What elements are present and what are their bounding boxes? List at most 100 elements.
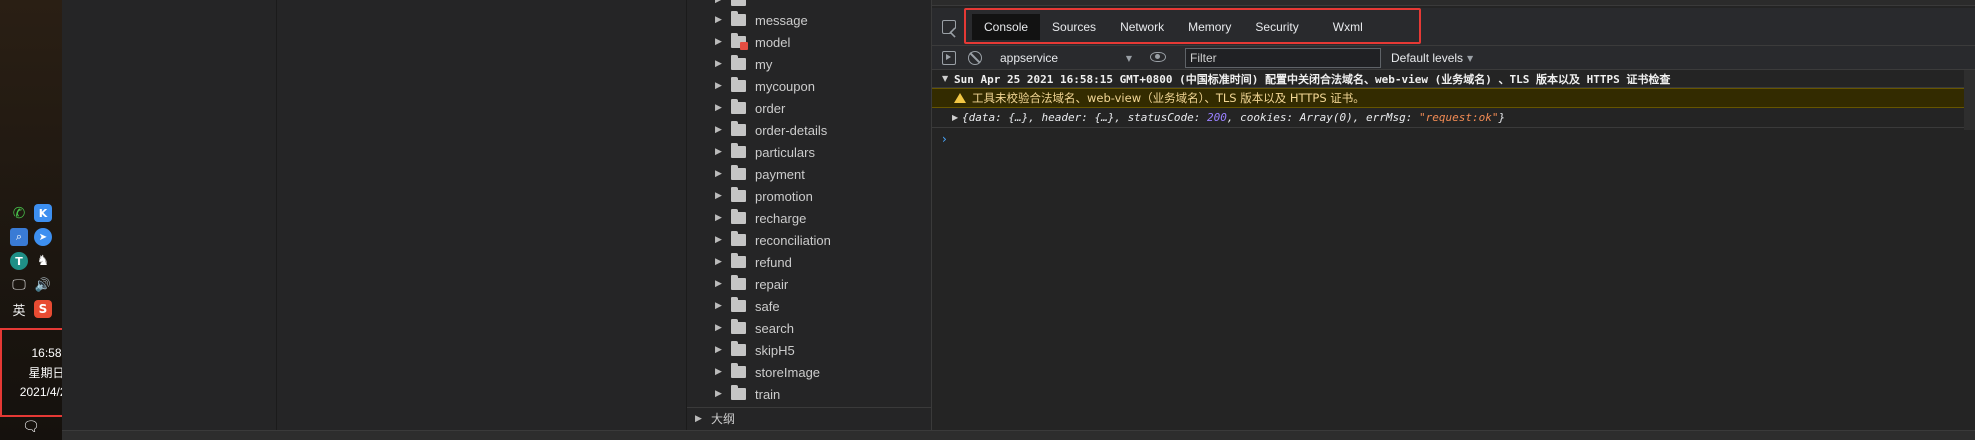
err-msg-value: "request:ok" (1418, 111, 1499, 124)
chevron-right-icon: ▶ (715, 169, 722, 179)
tree-folder-mycoupon[interactable]: ▶ mycoupon (687, 75, 931, 97)
expand-triangle-icon[interactable]: ▶ (952, 113, 962, 122)
qq-penguin-icon[interactable]: ♞ (34, 252, 52, 270)
tree-folder-model[interactable]: ▶ model (687, 31, 931, 53)
volume-icon[interactable]: 🔊 (34, 276, 52, 294)
tree-folder-reconciliation[interactable]: ▶ reconciliation (687, 229, 931, 251)
console-object-row[interactable]: ▶ {data: {…}, header: {…}, statusCode: 2… (932, 108, 1975, 128)
tree-folder-search[interactable]: ▶ search (687, 317, 931, 339)
status-bar (62, 430, 1975, 440)
network-monitor-icon[interactable]: 🖵 (10, 276, 28, 294)
tree-folder-repair[interactable]: ▶ repair (687, 273, 931, 295)
tree-folder-promotion[interactable]: ▶ promotion (687, 185, 931, 207)
tree-folder-payment[interactable]: ▶ payment (687, 163, 931, 185)
tab-sources[interactable]: Sources (1040, 14, 1108, 40)
chevron-right-icon: ▶ (715, 81, 722, 91)
folder-icon (731, 297, 746, 312)
chevron-right-icon: ▶ (715, 257, 722, 267)
console-prompt-icon[interactable]: › (942, 132, 947, 146)
tree-item-label: message (755, 12, 808, 28)
chevron-right-icon: ▶ (715, 59, 722, 69)
chevron-right-icon: ▶ (715, 323, 722, 333)
console-group-header[interactable]: ▼ Sun Apr 25 2021 16:58:15 GMT+0800 (中国标… (932, 70, 1975, 88)
tree-folder-safe[interactable]: ▶ safe (687, 295, 931, 317)
tree-folder-skiph5[interactable]: ▶ skipH5 (687, 339, 931, 361)
devtools-top-tabs (932, 0, 1975, 6)
tab-network[interactable]: Network (1108, 14, 1176, 40)
tree-item-label: refund (755, 254, 792, 270)
tree-folder-recharge[interactable]: ▶ recharge (687, 207, 931, 229)
folder-icon (731, 165, 746, 180)
expand-triangle-icon[interactable]: ▼ (942, 74, 952, 83)
execution-context-select[interactable]: appservice ▼ (996, 49, 1136, 67)
folder-icon (731, 11, 746, 26)
log-levels-dropdown[interactable]: Default levels ▼ (1391, 51, 1473, 65)
tree-folder-train[interactable]: ▶ train (687, 383, 931, 405)
folder-icon (731, 187, 746, 202)
search-app-icon[interactable]: ⌕ (10, 228, 28, 246)
tab-console[interactable]: Console (972, 14, 1041, 40)
feishu-bird-icon[interactable]: ➤ (34, 228, 52, 246)
console-sidebar-toggle-icon[interactable] (942, 51, 956, 65)
tab-memory[interactable]: Memory (1176, 14, 1243, 40)
tab-security[interactable]: Security (1243, 14, 1310, 40)
tree-item-label: repair (755, 276, 789, 292)
chevron-right-icon: ▶ (715, 235, 722, 245)
status-code-value: 200 (1207, 111, 1227, 124)
object-suffix: } (1498, 111, 1506, 124)
tree-item-label: order-details (755, 122, 828, 138)
chevron-right-icon: ▶ (715, 389, 722, 399)
tab-wxml[interactable]: Wxml (1311, 14, 1375, 40)
object-prefix: {data: {…}, header: {…}, statusCode: (962, 111, 1208, 124)
live-expression-eye-icon[interactable] (1150, 52, 1166, 62)
log-levels-label: Default levels (1391, 51, 1464, 65)
chevron-right-icon: ▶ (715, 191, 722, 201)
input-language-icon[interactable]: 英 (10, 300, 28, 319)
chevron-right-icon: ▶ (695, 413, 702, 424)
object-middle: , cookies: Array(0), errMsg: (1226, 111, 1419, 124)
tree-item-label: order (755, 100, 786, 116)
devtools-tabs: Console Sources Network Memory Security … (972, 14, 1375, 40)
sogou-ime-icon[interactable]: S (34, 300, 52, 318)
context-value: appservice (1000, 51, 1059, 65)
warning-text: 工具未校验合法域名、web-view（业务域名）、TLS 版本以及 HTTPS … (972, 91, 1365, 105)
tree-folder-order-details[interactable]: ▶ order-details (687, 119, 931, 141)
wechat-icon[interactable]: ✆ (10, 204, 28, 222)
folder-icon (731, 55, 746, 70)
console-scrollbar[interactable] (1964, 70, 1975, 130)
folder-icon (731, 385, 746, 400)
model-folder-icon (731, 33, 748, 50)
tree-folder-message[interactable]: ▶ message (687, 9, 931, 31)
dropdown-arrow-icon: ▼ (1125, 53, 1132, 63)
folder-icon (731, 275, 746, 290)
file-explorer: ▶ ▶ message ▶ model ▶ my ▶ mycoupon ▶ order ▶ order… (687, 0, 931, 430)
chevron-right-icon: ▶ (715, 125, 722, 135)
inspect-element-icon[interactable] (942, 20, 956, 34)
tree-item-label: train (755, 386, 781, 402)
folder-icon (731, 341, 746, 356)
tree-item-label: model (755, 34, 791, 50)
tree-folder-storeimage[interactable]: ▶ storeImage (687, 361, 931, 383)
editor-panel-middle (277, 0, 687, 430)
tree-folder-refund[interactable]: ▶ refund (687, 251, 931, 273)
tree-item-label: my (755, 56, 773, 72)
chevron-right-icon: ▶ (715, 345, 722, 355)
console-warning-row: 工具未校验合法域名、web-view（业务域名）、TLS 版本以及 HTTPS … (932, 88, 1975, 108)
editor-panel-left (62, 0, 277, 430)
clear-console-icon[interactable] (968, 51, 982, 65)
action-center-icon[interactable]: 🗨 (22, 418, 40, 435)
folder-icon (731, 143, 746, 158)
tree-folder-order[interactable]: ▶ order (687, 97, 931, 119)
folder-icon (731, 121, 746, 136)
t-app-icon[interactable]: T (10, 252, 28, 270)
system-tray: ✆ K ⌕ ➤ T ♞ 🖵 🔊 英 S (10, 204, 56, 319)
tree-folder-my[interactable]: ▶ my (687, 53, 931, 75)
outline-section[interactable]: ▶ 大纲 (687, 407, 931, 429)
devtools-panel: Console Sources Network Memory Security … (931, 0, 1975, 430)
folder-icon (731, 209, 746, 224)
k-app-icon[interactable]: K (34, 204, 52, 222)
tree-folder-particulars[interactable]: ▶ particulars (687, 141, 931, 163)
folder-icon (731, 99, 746, 114)
folder-icon (731, 77, 746, 92)
console-filter-input[interactable] (1185, 48, 1381, 68)
